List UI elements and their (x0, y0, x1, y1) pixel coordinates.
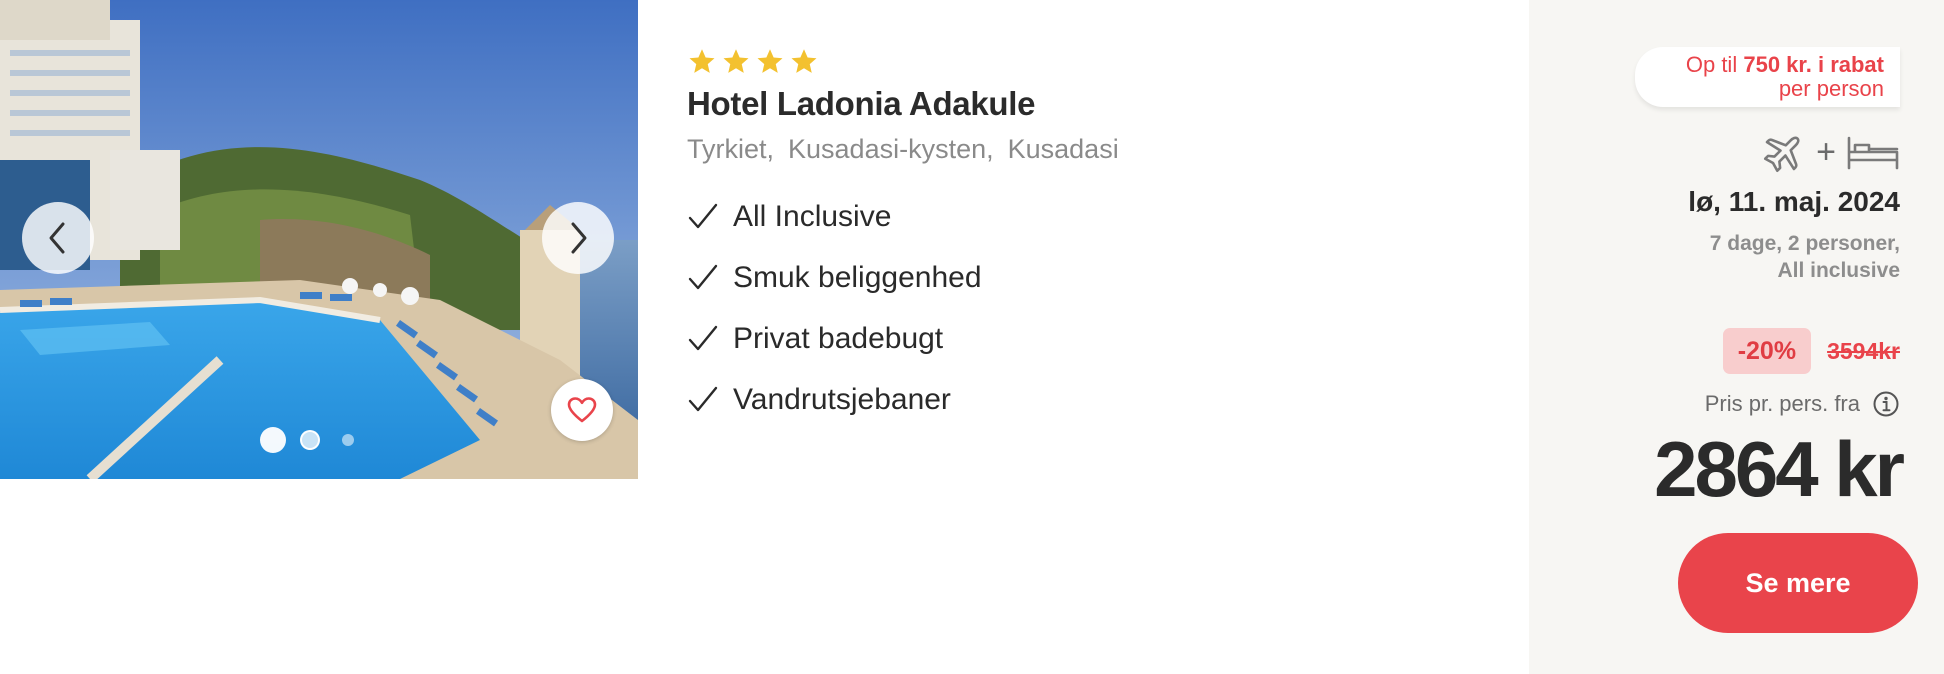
hotel-info: Hotel Ladonia Adakule Tyrkiet, Kusadasi-… (687, 46, 1507, 430)
feature-label: All Inclusive (733, 199, 892, 233)
original-price: 3594kr (1827, 337, 1900, 364)
location-breadcrumb: Tyrkiet, Kusadasi-kysten, Kusadasi (687, 132, 1507, 166)
promo-amount: 750 kr. i rabat (1743, 52, 1884, 77)
package-type: + (1762, 130, 1900, 174)
carousel-dot-3[interactable] (342, 434, 354, 446)
trip-details-line-1: 7 dage, 2 personer, (1709, 232, 1900, 255)
promo-prefix: Op til (1685, 52, 1738, 77)
feature-item: Smuk beliggenhed (687, 247, 1507, 308)
heart-icon (567, 397, 597, 423)
hotel-card: Hotel Ladonia Adakule Tyrkiet, Kusadasi-… (0, 0, 1944, 674)
feature-label: Vandrutsjebaner (733, 382, 951, 416)
carousel-dot-2[interactable] (300, 430, 320, 450)
feature-list: All Inclusive Smuk beliggenhed Privat ba… (687, 186, 1507, 430)
current-price: 2864 kr (1654, 425, 1905, 513)
chevron-left-icon (49, 222, 65, 254)
discount-row: -20% 3594kr (1722, 328, 1900, 374)
promo-ribbon: Op til 750 kr. i rabat per person (1635, 47, 1900, 107)
feature-label: Smuk beliggenhed (733, 260, 982, 294)
checkmark-icon (688, 264, 718, 289)
feature-item: All Inclusive (687, 186, 1507, 247)
see-more-button[interactable]: Se mere (1678, 533, 1918, 633)
plus-sign: + (1816, 133, 1836, 171)
feature-item: Privat badebugt (687, 308, 1507, 369)
checkmark-icon (688, 386, 718, 411)
star-rating (687, 46, 1507, 78)
location-region[interactable]: Kusadasi-kysten, (788, 132, 994, 166)
trip-details: 7 dage, 2 personer, All inclusive (1620, 230, 1900, 284)
favorite-button[interactable] (551, 379, 613, 441)
hotel-image-carousel[interactable] (0, 0, 638, 479)
discount-badge: -20% (1722, 328, 1812, 374)
bed-icon (1847, 136, 1899, 170)
plane-icon (1764, 136, 1800, 173)
location-city[interactable]: Kusadasi (1008, 132, 1119, 166)
carousel-dots (260, 427, 354, 453)
star-icon (723, 49, 749, 73)
promo-suffix: per person (1778, 76, 1884, 101)
star-icon (689, 49, 715, 73)
price-label: Pris pr. pers. fra (1705, 390, 1900, 418)
trip-details-line-2: All inclusive (1777, 259, 1900, 282)
carousel-next-button[interactable] (542, 202, 614, 274)
info-icon[interactable] (1872, 390, 1900, 418)
checkmark-icon (688, 325, 718, 350)
hotel-name[interactable]: Hotel Ladonia Adakule (687, 84, 1507, 124)
location-country[interactable]: Tyrkiet, (687, 132, 774, 166)
carousel-dot-1[interactable] (260, 427, 286, 453)
checkmark-icon (688, 203, 718, 228)
price-label-text: Pris pr. pers. fra (1704, 391, 1860, 416)
chevron-right-icon (571, 222, 587, 254)
carousel-prev-button[interactable] (22, 202, 94, 274)
feature-label: Privat badebugt (733, 321, 944, 355)
promo-line-1: Op til 750 kr. i rabat (1635, 53, 1884, 77)
star-icon (757, 49, 783, 73)
star-icon (791, 49, 817, 73)
feature-item: Vandrutsjebaner (687, 369, 1507, 430)
departure-date: lø, 11. maj. 2024 (1688, 186, 1900, 217)
